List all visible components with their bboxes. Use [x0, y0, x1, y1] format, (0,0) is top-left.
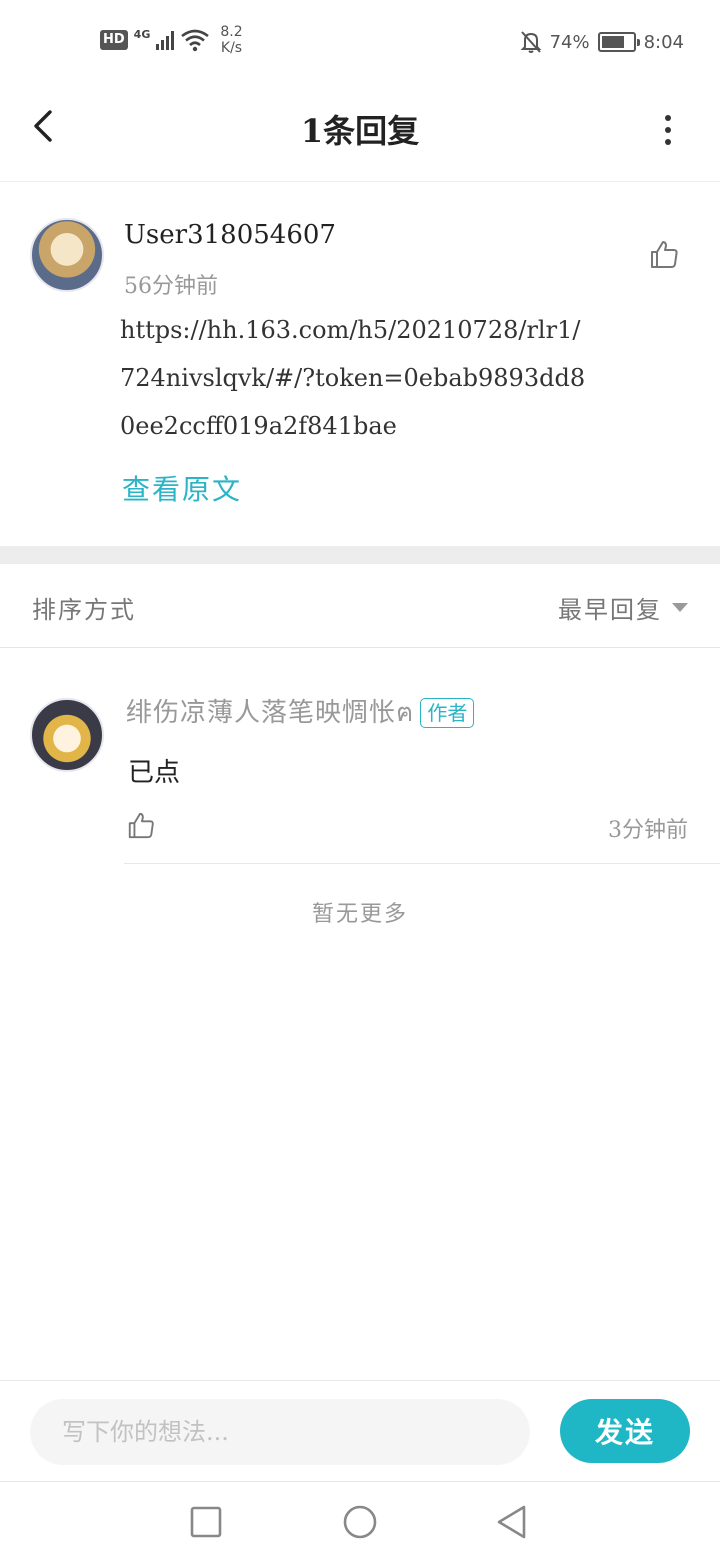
battery-percent: 74% [549, 31, 590, 53]
more-button[interactable] [656, 110, 680, 150]
avatar[interactable] [30, 218, 104, 292]
status-bar: HD 4G 8.2 K/s 74% 8:04 [0, 0, 720, 84]
view-original-link[interactable]: 查看原文 [122, 468, 242, 508]
more-dot [665, 127, 671, 133]
status-right: 74% 8:04 [520, 30, 684, 54]
send-button[interactable]: 发送 [560, 1399, 690, 1463]
triangle-back-icon [497, 1505, 526, 1539]
like-button[interactable] [126, 810, 156, 840]
sort-dropdown[interactable]: 最早回复 [558, 590, 688, 625]
back-nav-button[interactable] [492, 1502, 532, 1542]
speed-unit: K/s [220, 40, 243, 56]
speed-value: 8.2 [220, 24, 243, 40]
sort-selected: 最早回复 [558, 596, 662, 624]
network-speed: 8.2 K/s [220, 24, 242, 56]
list-end-text: 暂无更多 [311, 902, 408, 927]
top-app-bar: 1条回复 [0, 84, 720, 182]
page-title: 1条回复 [300, 112, 420, 150]
thumbs-up-icon [651, 241, 678, 268]
like-button[interactable] [648, 238, 680, 270]
more-dot [665, 115, 671, 121]
home-button[interactable] [340, 1502, 380, 1542]
status-left: HD 4G 8.2 K/s [100, 24, 243, 56]
comment-input[interactable] [30, 1399, 530, 1465]
recents-button[interactable] [186, 1502, 226, 1542]
sort-bar: 排序方式 最早回复 [0, 564, 720, 648]
sort-label: 排序方式 [32, 596, 136, 624]
battery-level [601, 36, 624, 48]
system-nav-bar [0, 1482, 720, 1560]
comment-composer: 发送 [0, 1380, 720, 1482]
reply-header: 绯伤凉薄人落笔映惆怅ฅ 作者 [126, 692, 475, 733]
section-divider [0, 546, 720, 564]
post-author[interactable]: User318054607 [124, 220, 336, 250]
reply-author[interactable]: 绯伤凉薄人落笔映惆怅ฅ [126, 692, 414, 733]
square-icon [190, 1506, 222, 1538]
reply-text[interactable]: 已点 [128, 752, 180, 789]
signal-icon [156, 30, 175, 50]
divider [124, 863, 720, 864]
reply-item: 绯伤凉薄人落笔映惆怅ฅ 作者 已点 3分钟前 [0, 648, 720, 864]
caret-down-icon [672, 603, 688, 612]
thumbs-up-icon [128, 812, 154, 839]
original-comment: User318054607 56分钟前 https://hh.163.com/h… [0, 182, 720, 546]
bell-off-icon [520, 31, 541, 53]
circle-icon [343, 1505, 377, 1539]
hd-badge: HD [100, 30, 128, 50]
post-time: 56分钟前 [124, 274, 218, 299]
battery-icon [597, 32, 640, 52]
reply-time: 3分钟前 [608, 818, 688, 843]
network-type: 4G [133, 27, 151, 41]
author-badge: 作者 [420, 697, 475, 728]
clock: 8:04 [643, 31, 684, 53]
more-dot [665, 139, 671, 145]
avatar[interactable] [30, 698, 104, 772]
wifi-icon [181, 29, 210, 52]
post-content[interactable]: https://hh.163.com/h5/20210728/rlr1/724n… [120, 306, 590, 450]
